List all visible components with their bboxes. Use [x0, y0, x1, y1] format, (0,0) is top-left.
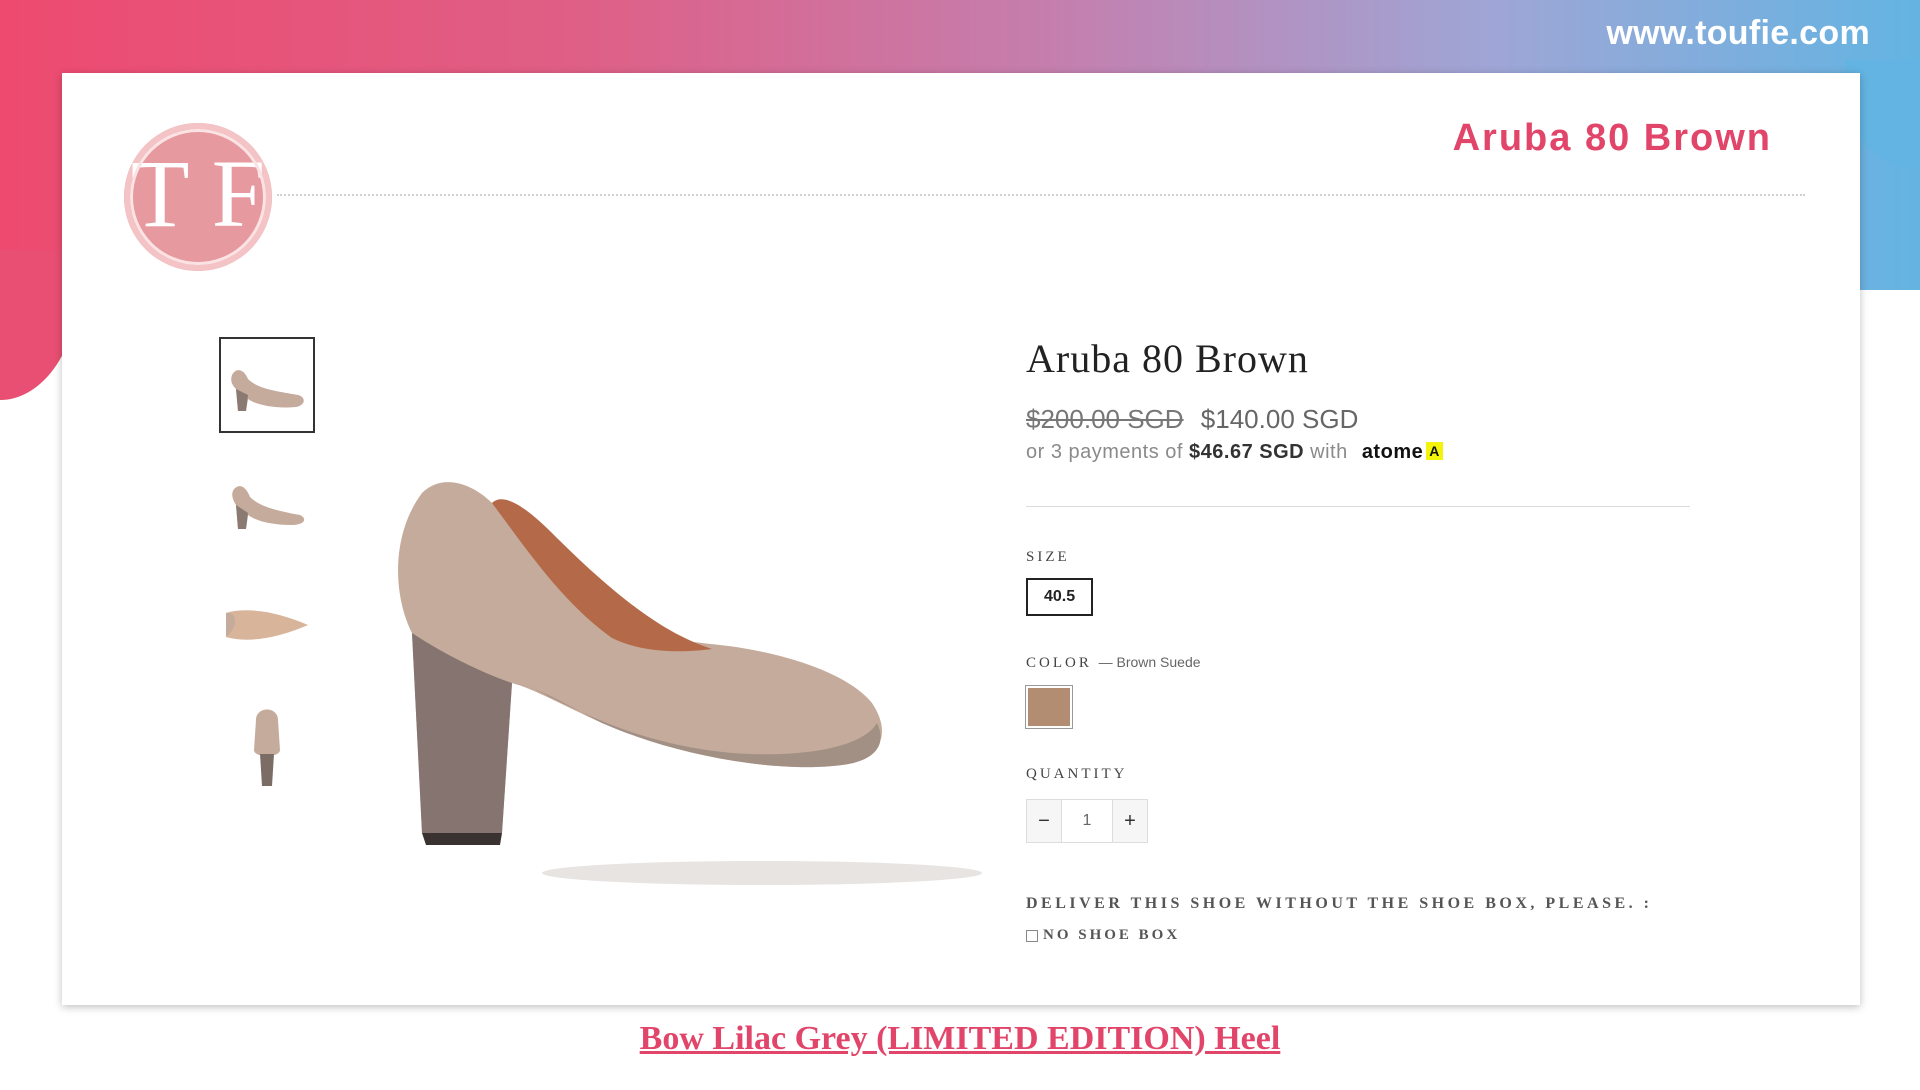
shoe-main-image-icon — [398, 482, 982, 885]
thumbnail-2[interactable] — [219, 457, 315, 553]
installment-with: with — [1310, 441, 1348, 463]
quantity-label: QUANTITY — [1026, 766, 1128, 782]
shoe-angle-thumb-icon — [232, 486, 305, 529]
installment-prefix: or 3 payments of — [1026, 441, 1183, 463]
product-card: T F Aruba 80 Brown Aruba 80 Brown $200.0… — [62, 73, 1860, 1005]
delivery-option-label: DELIVER THIS SHOE WITHOUT THE SHOE BOX, … — [1026, 895, 1653, 912]
quantity-decrease-button[interactable]: − — [1027, 800, 1061, 842]
color-value: — Brown Suede — [1098, 654, 1201, 670]
size-option-button[interactable]: 40.5 — [1026, 578, 1094, 616]
color-label-row: COLOR — Brown Suede — [1026, 654, 1726, 672]
color-swatch[interactable] — [1026, 686, 1072, 728]
installment-amount: $46.67 SGD — [1189, 441, 1305, 463]
sale-price: $140.00 SGD — [1200, 404, 1359, 434]
header-title: Aruba 80 Brown — [1452, 117, 1772, 159]
quantity-input[interactable]: 1 — [1061, 800, 1113, 842]
color-label: COLOR — [1026, 655, 1092, 671]
original-price: $200.00 SGD — [1026, 404, 1184, 434]
shoe-side-thumb-icon — [231, 370, 304, 411]
installment-info: or 3 payments of $46.67 SGD with atome A — [1026, 441, 1726, 464]
quantity-stepper: − 1 + — [1026, 799, 1148, 843]
header-dotted-line — [277, 194, 1805, 196]
site-url: www.toufie.com — [1606, 14, 1870, 52]
no-shoe-box-checkbox[interactable] — [1026, 929, 1038, 942]
product-info: Aruba 80 Brown $200.00 SGD $140.00 SGD o… — [1026, 335, 1726, 944]
price-row: $200.00 SGD $140.00 SGD — [1026, 404, 1726, 435]
divider — [1026, 506, 1690, 507]
related-product-link[interactable]: Bow Lilac Grey (LIMITED EDITION) Heel — [0, 1020, 1920, 1058]
atome-logo[interactable]: atome — [1362, 441, 1423, 463]
no-shoe-box-label: NO SHOE BOX — [1043, 927, 1181, 943]
shoe-sole-thumb-icon — [226, 610, 308, 640]
size-label: SIZE — [1026, 549, 1070, 565]
thumbnail-list — [219, 337, 315, 817]
brand-logo[interactable]: T F — [124, 123, 272, 271]
thumbnail-3[interactable] — [219, 577, 315, 673]
thumbnail-1[interactable] — [219, 337, 315, 433]
shoe-back-thumb-icon — [254, 709, 280, 786]
quantity-increase-button[interactable]: + — [1113, 800, 1147, 842]
thumbnail-4[interactable] — [219, 697, 315, 793]
main-product-image[interactable] — [382, 473, 982, 923]
logo-ring — [130, 129, 266, 265]
atome-badge-icon: A — [1426, 442, 1443, 460]
product-title: Aruba 80 Brown — [1026, 336, 1309, 381]
no-shoe-box-row[interactable]: NO SHOE BOX — [1026, 927, 1726, 944]
